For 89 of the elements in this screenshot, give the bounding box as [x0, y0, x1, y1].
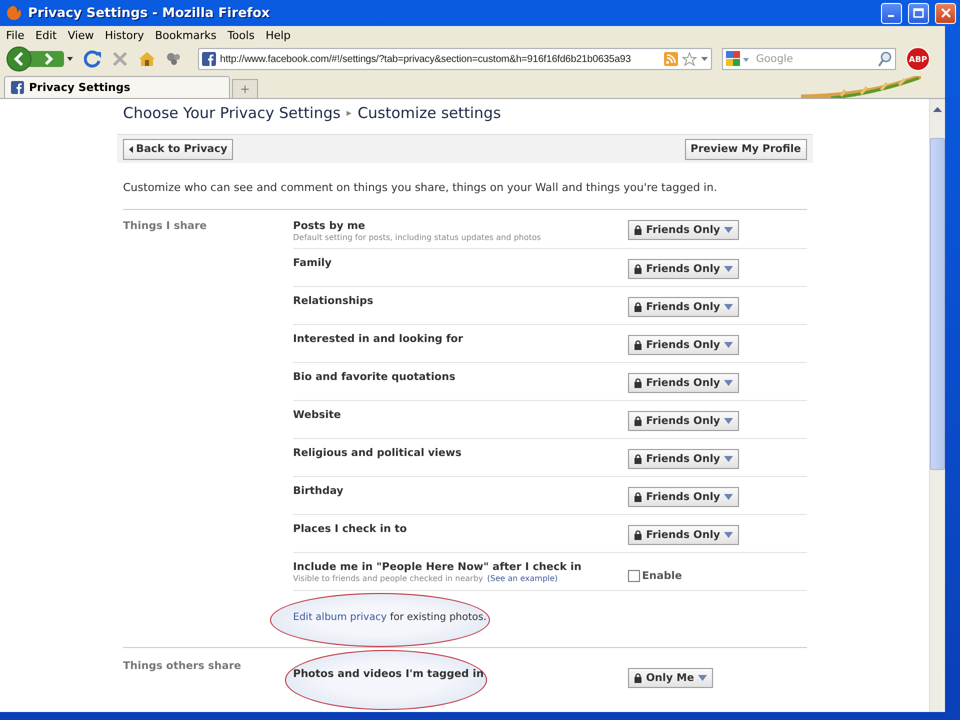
- page-title: Customize settings: [358, 104, 501, 122]
- breadcrumb-link[interactable]: Choose Your Privacy Settings: [123, 104, 341, 122]
- star-icon[interactable]: [682, 52, 697, 66]
- window-title: Privacy Settings - Mozilla Firefox: [28, 6, 271, 20]
- menu-item[interactable]: Edit: [35, 28, 57, 42]
- scroll-thumb[interactable]: [930, 138, 945, 470]
- setting-label: Places I check in to: [293, 523, 407, 535]
- caret-icon: [724, 342, 734, 348]
- firefox-icon: [6, 5, 22, 21]
- privacy-dropdown[interactable]: Friends Only: [628, 259, 740, 279]
- privacy-dropdown[interactable]: Friends Only: [628, 297, 740, 317]
- breadcrumb-separator: ▸: [346, 108, 352, 118]
- lock-icon: [634, 340, 642, 350]
- minimize-button[interactable]: [881, 2, 902, 24]
- back-button[interactable]: Back to Privacy: [123, 138, 234, 160]
- maximize-icon: [913, 8, 924, 18]
- enable-checkbox[interactable]: [628, 570, 640, 582]
- section-title: Things others share: [123, 659, 242, 672]
- caret-icon: [698, 675, 708, 681]
- caret-icon: [724, 418, 734, 424]
- search-box[interactable]: Google: [722, 48, 896, 70]
- preview-button[interactable]: Preview My Profile: [684, 138, 807, 160]
- lock-icon: [634, 673, 642, 683]
- caret-icon: [724, 266, 734, 272]
- album-privacy-text: Edit album privacy for existing photos.: [293, 612, 487, 623]
- setting-label: Include me in "People Here Now" after I check in: [293, 561, 582, 573]
- setting-label: Family: [293, 257, 332, 269]
- caret-icon: [724, 304, 734, 310]
- intro-text: Customize who can see and comment on things you share, things on your Wall and things you're tagged in.: [122, 180, 718, 196]
- setting-description: Visible to friends and people checked in nearby (See an example): [293, 574, 558, 583]
- adblock-button[interactable]: ABP: [906, 47, 930, 71]
- setting-label: Interested in and looking for: [293, 333, 464, 345]
- lock-icon: [634, 416, 642, 426]
- privacy-dropdown[interactable]: Friends Only: [628, 220, 740, 240]
- privacy-dropdown[interactable]: Friends Only: [628, 449, 740, 469]
- setting-label: Birthday: [293, 485, 344, 497]
- scroll-up-icon[interactable]: [933, 107, 942, 112]
- menu-item[interactable]: View: [68, 28, 94, 42]
- lock-icon: [634, 225, 642, 235]
- setting-label: Religious and political views: [293, 447, 462, 459]
- privacy-dropdown[interactable]: Friends Only: [628, 525, 740, 545]
- menu-item[interactable]: Tools: [227, 28, 255, 42]
- url-text: http://www.facebook.com/#!/settings/?tab=privacy&section=custom&h=916f16fd6b21b0635a93: [220, 54, 632, 64]
- setting-label: Posts by me: [293, 220, 366, 232]
- browser-tab[interactable]: Privacy Settings: [4, 76, 230, 98]
- back-forward-icon[interactable]: [6, 46, 74, 72]
- close-icon: [940, 8, 950, 18]
- lock-icon: [634, 264, 642, 274]
- setting-description: Default setting for posts, including status updates and photos: [293, 233, 541, 242]
- privacy-dropdown[interactable]: Friends Only: [628, 335, 740, 355]
- dropdown-icon[interactable]: [701, 57, 708, 61]
- extension-icon[interactable]: [166, 52, 182, 66]
- menu-item[interactable]: Bookmarks: [154, 28, 216, 42]
- menu-item[interactable]: File: [6, 28, 24, 42]
- setting-label: Bio and favorite quotations: [293, 371, 456, 383]
- caret-icon: [724, 380, 734, 386]
- album-privacy-link[interactable]: Edit album privacy: [293, 612, 387, 623]
- privacy-dropdown[interactable]: Friends Only: [628, 373, 740, 393]
- reload-icon[interactable]: [84, 50, 102, 68]
- lock-icon: [634, 530, 642, 540]
- setting-label: Relationships: [293, 295, 374, 307]
- caret-icon: [724, 227, 734, 233]
- facebook-icon: [202, 52, 216, 66]
- checkbox-label: Enable: [642, 570, 682, 582]
- lock-icon: [634, 302, 642, 312]
- example-link[interactable]: (See an example): [487, 574, 558, 583]
- menu-item[interactable]: History: [104, 28, 144, 42]
- caret-icon: [724, 532, 734, 538]
- caret-icon: [724, 494, 734, 500]
- setting-label: Website: [293, 409, 341, 421]
- home-icon[interactable]: [138, 51, 156, 67]
- back-arrow-icon: [129, 146, 133, 152]
- maximize-button[interactable]: [908, 2, 929, 24]
- scrollbar[interactable]: [929, 99, 945, 712]
- setting-label: Photos and videos I'm tagged in: [293, 668, 484, 680]
- lock-icon: [634, 492, 642, 502]
- lock-icon: [634, 378, 642, 388]
- facebook-icon: [11, 81, 24, 94]
- close-button[interactable]: [935, 2, 956, 24]
- privacy-dropdown[interactable]: Friends Only: [628, 411, 740, 431]
- lock-icon: [634, 454, 642, 464]
- section-title: Things I share: [123, 219, 208, 232]
- privacy-dropdown[interactable]: Only Me: [628, 668, 714, 688]
- search-engine-icon[interactable]: [726, 51, 750, 67]
- caret-icon: [724, 456, 734, 462]
- address-bar[interactable]: http://www.facebook.com/#!/settings/?tab=privacy&section=custom&h=916f16fd6b21b0635a93: [198, 48, 712, 70]
- menu-item[interactable]: Help: [266, 28, 291, 42]
- privacy-dropdown[interactable]: Friends Only: [628, 487, 740, 507]
- search-icon[interactable]: [878, 51, 892, 67]
